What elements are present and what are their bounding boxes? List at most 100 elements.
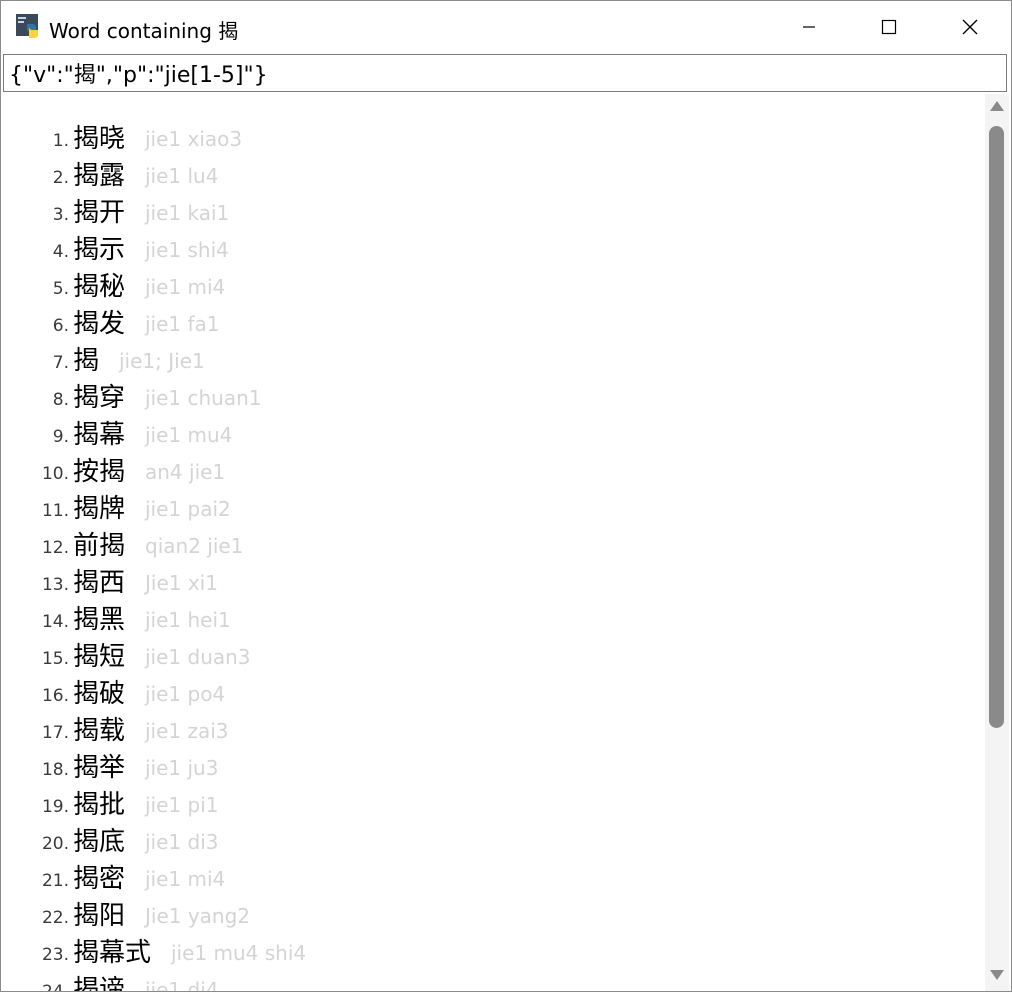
result-word: 揭幕 — [73, 420, 126, 450]
result-pinyin: jie1 pai2 — [145, 497, 231, 521]
result-row[interactable]: 8. 揭穿 jie1 chuan1 — [3, 383, 983, 420]
result-row[interactable]: 7. 揭 jie1; Jie1 — [3, 346, 983, 383]
result-row[interactable]: 4. 揭示 jie1 shi4 — [3, 235, 983, 272]
results-list-pane[interactable]: 1. 揭晓 jie1 xiao3 2. 揭露 jie1 lu4 3. 揭开 jie1 kai1 4… — [3, 94, 985, 991]
query-input[interactable] — [9, 55, 999, 91]
result-number: 4. — [52, 242, 69, 262]
window-title: Word containing 揭 — [49, 19, 239, 43]
result-word: 揭破 — [73, 679, 126, 709]
minimize-icon — [803, 26, 815, 28]
result-pinyin: jie1 shi4 — [145, 238, 229, 262]
maximize-icon — [881, 19, 897, 35]
result-row[interactable]: 11. 揭牌 jie1 pai2 — [3, 494, 983, 531]
result-word: 揭示 — [73, 235, 126, 265]
result-row[interactable]: 3. 揭开 jie1 kai1 — [3, 198, 983, 235]
result-number: 5. — [52, 279, 69, 299]
result-row[interactable]: 12. 前揭 qian2 jie1 — [3, 531, 983, 568]
result-row[interactable]: 24. 揭谛 jie1 di4 — [3, 975, 983, 991]
scroll-up-icon[interactable] — [989, 98, 1005, 114]
result-pinyin: jie1 di4 — [145, 978, 219, 991]
python-app-icon — [16, 14, 38, 38]
result-number: 20. — [41, 834, 69, 854]
close-icon — [962, 19, 978, 35]
result-number: 17. — [41, 723, 69, 743]
result-number: 19. — [41, 797, 69, 817]
result-row[interactable]: 1. 揭晓 jie1 xiao3 — [3, 124, 983, 161]
result-row[interactable]: 21. 揭密 jie1 mi4 — [3, 864, 983, 901]
result-number: 10. — [41, 464, 69, 484]
result-word: 前揭 — [73, 531, 126, 561]
vertical-scrollbar[interactable] — [985, 94, 1009, 991]
maximize-button[interactable] — [849, 1, 929, 53]
result-number: 21. — [41, 871, 69, 891]
result-number: 13. — [41, 575, 69, 595]
result-pinyin: qian2 jie1 — [145, 534, 244, 558]
result-number: 9. — [52, 427, 69, 447]
title-bar[interactable]: Word containing 揭 — [1, 1, 1011, 53]
result-word: 揭黑 — [73, 605, 126, 635]
result-pinyin: jie1 pi1 — [145, 793, 219, 817]
result-row[interactable]: 17. 揭载 jie1 zai3 — [3, 716, 983, 753]
result-list: 1. 揭晓 jie1 xiao3 2. 揭露 jie1 lu4 3. 揭开 jie1 kai1 4… — [3, 124, 983, 991]
result-pinyin: jie1 duan3 — [145, 645, 251, 669]
result-number: 16. — [41, 686, 69, 706]
result-word: 揭谛 — [73, 975, 126, 991]
minimize-button[interactable] — [769, 1, 849, 53]
result-number: 15. — [41, 649, 69, 669]
result-word: 揭举 — [73, 753, 126, 783]
result-word: 按揭 — [73, 457, 126, 487]
result-number: 14. — [41, 612, 69, 632]
result-row[interactable]: 15. 揭短 jie1 duan3 — [3, 642, 983, 679]
result-word: 揭底 — [73, 827, 126, 857]
result-row[interactable]: 5. 揭秘 jie1 mi4 — [3, 272, 983, 309]
result-word: 揭载 — [73, 716, 126, 746]
result-word: 揭批 — [73, 790, 126, 820]
result-number: 12. — [41, 538, 69, 558]
result-row[interactable]: 13. 揭西 Jie1 xi1 — [3, 568, 983, 605]
result-pinyin: jie1 di3 — [145, 830, 219, 854]
result-row[interactable]: 2. 揭露 jie1 lu4 — [3, 161, 983, 198]
result-number: 7. — [52, 353, 69, 373]
scroll-down-icon[interactable] — [989, 967, 1005, 983]
app-window: Word containing 揭 1.揭晓 jie1 xiao3 2.揭露 jie1… — [0, 0, 1012, 992]
result-word: 揭密 — [73, 864, 126, 894]
result-pinyin: jie1 mi4 — [145, 867, 226, 891]
result-word: 揭开 — [73, 198, 126, 228]
result-word: 揭牌 — [73, 494, 126, 524]
result-pinyin: jie1 mi4 — [145, 275, 226, 299]
result-pinyin: jie1 xiao3 — [145, 127, 243, 151]
result-row[interactable]: 18. 揭举 jie1 ju3 — [3, 753, 983, 790]
result-row[interactable]: 14. 揭黑 jie1 hei1 — [3, 605, 983, 642]
result-row[interactable]: 19. 揭批 jie1 pi1 — [3, 790, 983, 827]
query-field[interactable] — [3, 54, 1007, 92]
result-word: 揭穿 — [73, 383, 126, 413]
result-word: 揭露 — [73, 161, 126, 191]
result-number: 24. — [42, 982, 69, 991]
close-button[interactable] — [930, 1, 1010, 53]
result-row[interactable]: 23. 揭幕式 jie1 mu4 shi4 — [3, 938, 983, 975]
result-pinyin: jie1 kai1 — [145, 201, 230, 225]
result-word: 揭发 — [73, 309, 126, 339]
result-pinyin: jie1; Jie1 — [119, 349, 205, 373]
result-number: 23. — [41, 945, 69, 965]
result-number: 3. — [52, 205, 69, 225]
result-pinyin: jie1 fa1 — [145, 312, 220, 336]
result-row[interactable]: 20. 揭底 jie1 di3 — [3, 827, 983, 864]
result-row[interactable]: 6. 揭发 jie1 fa1 — [3, 309, 983, 346]
result-word: 揭秘 — [73, 272, 126, 302]
result-row[interactable]: 9. 揭幕 jie1 mu4 — [3, 420, 983, 457]
result-row[interactable]: 10. 按揭 an4 jie1 — [3, 457, 983, 494]
result-number: 22. — [41, 908, 69, 928]
result-pinyin: jie1 mu4 — [145, 423, 233, 447]
result-pinyin: jie1 hei1 — [145, 608, 231, 632]
result-number: 1. — [52, 131, 69, 151]
result-row[interactable]: 16. 揭破 jie1 po4 — [3, 679, 983, 716]
result-word: 揭阳 — [73, 901, 126, 931]
result-pinyin: jie1 lu4 — [145, 164, 219, 188]
result-pinyin: jie1 chuan1 — [145, 386, 262, 410]
result-pinyin: jie1 mu4 shi4 — [171, 941, 307, 965]
scrollbar-thumb[interactable] — [989, 126, 1004, 728]
result-pinyin: an4 jie1 — [145, 460, 226, 484]
result-pinyin: jie1 zai3 — [145, 719, 229, 743]
result-word: 揭西 — [73, 568, 126, 598]
